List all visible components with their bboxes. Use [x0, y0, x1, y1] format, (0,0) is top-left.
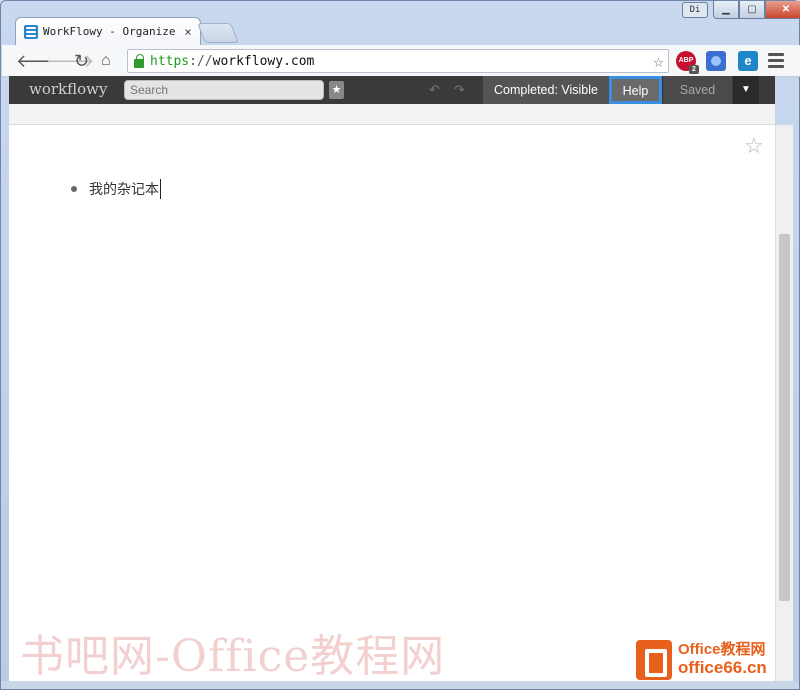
saved-status: Saved: [662, 76, 732, 104]
reload-icon[interactable]: ↻: [74, 52, 89, 70]
scrollbar-thumb[interactable]: [779, 234, 790, 601]
address-bar[interactable]: https :// workflowy.com ☆: [127, 49, 669, 73]
adblock-count-badge: 2: [689, 65, 699, 74]
workflowy-favicon-icon: [24, 24, 38, 39]
chrome-menu-icon[interactable]: [768, 53, 784, 71]
workflowy-header: workflowy ★ ↶ ↷ Completed: Visible Help …: [9, 76, 775, 104]
completed-visible-button[interactable]: Completed: Visible: [483, 76, 609, 104]
bullet-icon[interactable]: [71, 186, 77, 192]
undo-icon[interactable]: ↶: [429, 82, 440, 98]
watermark-line2: office66.cn: [678, 657, 767, 677]
redo-icon[interactable]: ↷: [454, 82, 465, 98]
new-tab-button[interactable]: [196, 23, 240, 43]
office-logo-icon: [636, 640, 672, 680]
adblock-label: ABP: [678, 57, 694, 64]
url-scheme: https: [150, 53, 190, 69]
browser-toolbar: 🡐 🡒 ↻ ⌂ https :// workflowy.com ☆ ABP 2 …: [2, 45, 800, 77]
window-controls: ▁ ▢ ✕: [713, 1, 800, 19]
star-page-icon[interactable]: ☆: [744, 133, 764, 159]
tab-close-icon[interactable]: ×: [182, 25, 194, 39]
settings-dropdown-icon[interactable]: ▼: [733, 76, 759, 104]
outline-area: ☆ 我的杂记本: [9, 125, 775, 681]
breadcrumb-bar: [9, 104, 775, 125]
url-separator: ://: [189, 53, 213, 69]
extension-e-icon[interactable]: e: [738, 51, 758, 71]
adblock-extension-icon[interactable]: ABP 2: [676, 51, 699, 74]
watermark-text: 书吧网-Office教程网: [20, 631, 446, 682]
list-item-text[interactable]: 我的杂记本: [89, 179, 161, 199]
home-icon[interactable]: ⌂: [101, 52, 111, 70]
tab-title: WorkFlowy - Organize yo: [43, 25, 182, 38]
vertical-scrollbar[interactable]: [775, 125, 793, 681]
profile-badge[interactable]: Di: [682, 2, 708, 18]
minimize-button[interactable]: ▁: [713, 1, 739, 19]
browser-tab[interactable]: WorkFlowy - Organize yo ×: [15, 17, 201, 45]
help-button[interactable]: Help: [609, 76, 662, 104]
watermark-logo: Office教程网 office66.cn: [636, 640, 767, 680]
watermark-line1: Office教程网: [678, 641, 766, 659]
extension-blue-icon[interactable]: [706, 51, 726, 71]
search-input[interactable]: [124, 80, 324, 100]
lock-icon: [134, 53, 144, 68]
bookmark-star-icon[interactable]: ☆: [653, 51, 664, 72]
close-window-button[interactable]: ✕: [765, 1, 800, 19]
maximize-button[interactable]: ▢: [739, 1, 765, 19]
workflowy-logo[interactable]: workflowy: [29, 80, 107, 98]
starred-pages-button[interactable]: ★: [329, 81, 344, 99]
list-item[interactable]: 我的杂记本: [71, 179, 161, 199]
url-host: workflowy.com: [212, 53, 315, 69]
